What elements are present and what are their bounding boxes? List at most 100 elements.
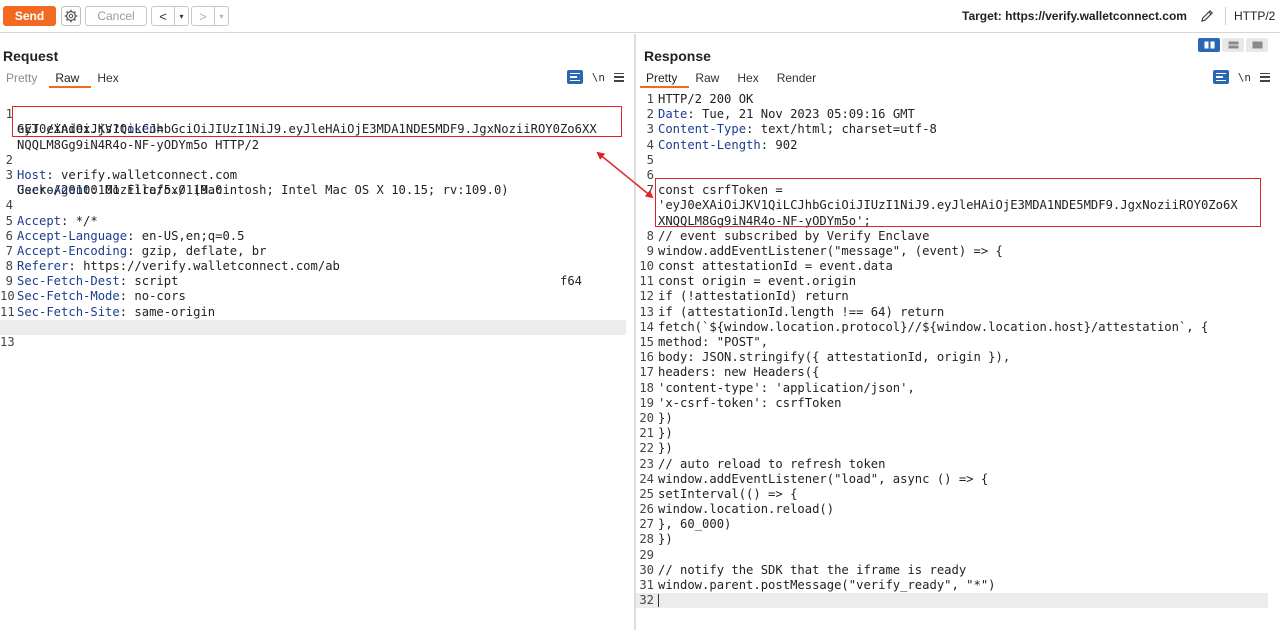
line-number: 7 — [646, 183, 654, 198]
code-text: // auto reload to refresh token — [658, 456, 886, 471]
single-pane-icon — [1252, 41, 1262, 49]
response-editor-tools: \n — [1212, 70, 1270, 84]
chevron-down-icon: ▾ — [219, 11, 224, 21]
response-tab-render[interactable]: Render — [771, 70, 828, 88]
code-text: 'x-csrf-token': csrfToken — [658, 395, 842, 410]
layout-tabs-button[interactable] — [1246, 38, 1268, 52]
code-text: HTTP/2 200 OK — [658, 92, 754, 106]
code-text: }) — [658, 441, 673, 456]
code-text: // notify the SDK that the iframe is rea… — [658, 562, 967, 577]
layout-toggle — [1198, 38, 1268, 52]
code-line: 17 headers: new Headers({ — [636, 365, 1280, 380]
line-number: 23 — [639, 456, 654, 471]
code-line: 27}, 60_000) — [636, 517, 1280, 532]
wrap-lines-icon[interactable] — [1212, 70, 1229, 84]
code-line: 15 method: "POST", — [636, 335, 1280, 350]
code-line: Gecko/20100101 Firefox/119.0 — [0, 168, 634, 197]
line-number: 32 — [639, 593, 654, 608]
code-line: 32 — [636, 593, 1268, 609]
code-text: setInterval(() => { — [658, 486, 798, 501]
request-tab-raw[interactable]: Raw — [49, 70, 92, 88]
code-line: 12 — [0, 305, 634, 334]
cancel-button[interactable]: Cancel — [85, 6, 147, 26]
response-tab-raw[interactable]: Raw — [689, 70, 731, 88]
line-number: 13 — [639, 304, 654, 319]
menu-icon[interactable] — [1260, 72, 1270, 82]
line-number: 26 — [639, 502, 654, 517]
code-line: 19 'x-csrf-token': csrfToken — [636, 396, 1280, 411]
back-history-dropdown[interactable]: ▾ — [174, 7, 188, 25]
line-number: 18 — [639, 380, 654, 395]
show-newlines-button[interactable]: \n — [1238, 71, 1251, 84]
code-line: 18 'content-type': 'application/json', — [636, 381, 1280, 396]
code-line: 30 // notify the SDK that the iframe is r… — [636, 563, 1280, 578]
code-line: 5 — [636, 153, 1280, 168]
code-line-current: 13 — [0, 319, 626, 349]
code-line: 1 HTTP/2 200 OK — [636, 92, 1280, 107]
line-number: 30 — [639, 562, 654, 577]
code-text: }) — [658, 410, 673, 425]
menu-icon[interactable] — [614, 72, 624, 82]
code-line: 11 Te: trailers — [0, 289, 634, 334]
http-version-selector[interactable]: HTTP/2 — [1234, 9, 1275, 23]
code-line: 26 window.location.reload() — [636, 502, 1280, 517]
response-editor[interactable]: 1 HTTP/2 200 OK 2 Date: Tue, 21 Nov 2023 05… — [636, 92, 1280, 630]
response-tab-hex[interactable]: Hex — [731, 70, 770, 88]
request-editor[interactable]: 1 GET /index.js?token= eyJ0eXAiOiJKV1QiL… — [0, 92, 634, 630]
code-line: 3 User-Agent: Mozilla/5.0 (Macintosh; In… — [5, 167, 509, 198]
code-line: 6 Accept-Encoding: gzip, deflate, br — [5, 228, 267, 258]
response-title: Response — [644, 48, 711, 64]
request-editor-tools: \n — [566, 70, 624, 84]
code-line: 23 // auto reload to refresh token — [636, 457, 1280, 472]
line-number: 5 — [646, 152, 654, 167]
line-number: 21 — [639, 426, 654, 441]
layout-side-by-side-button[interactable] — [1198, 38, 1220, 52]
target-url[interactable]: https://verify.walletconnect.com — [1005, 9, 1187, 23]
code-line: 3 Content-Type: text/html; charset=utf-8 — [636, 122, 1280, 137]
rows-icon — [1228, 41, 1238, 49]
forward-button[interactable]: > — [192, 7, 214, 25]
code-line: 1 GET /index.js?token= — [0, 92, 634, 136]
send-button[interactable]: Send — [3, 6, 56, 26]
line-number: 31 — [639, 578, 654, 592]
code-text: }) — [658, 532, 673, 547]
request-tabs: Pretty Raw Hex — [0, 70, 131, 90]
code-text: headers: new Headers({ — [658, 365, 820, 380]
token-highlight-box — [12, 106, 622, 137]
show-newlines-button[interactable]: \n — [592, 71, 605, 84]
pencil-icon — [1201, 9, 1214, 22]
code-text: if (attestationId.length !== 64) return — [658, 304, 945, 319]
back-button[interactable]: < — [152, 7, 174, 25]
forward-history-dropdown[interactable]: ▾ — [214, 7, 228, 25]
code-line: 8 // event subscribed by Verify Enclave — [636, 229, 1280, 244]
settings-button[interactable] — [61, 6, 81, 26]
code-text: const origin = event.origin — [658, 274, 857, 289]
target-prefix: Target: — [962, 9, 1006, 23]
code-line: 13 if (attestationId.length !== 64) retur… — [636, 305, 1280, 320]
line-number: 4 — [646, 137, 654, 152]
response-tabs: Pretty Raw Hex Render — [640, 70, 828, 90]
code-text: method: "POST", — [658, 335, 769, 349]
code-text: window.addEventListener("load", async ()… — [658, 471, 989, 486]
header-line: Content-Length: 902 — [658, 137, 798, 152]
line-number: 2 — [646, 107, 654, 122]
response-panel: Response Pretty Raw Hex Render \n 1 HTTP/… — [636, 34, 1280, 630]
code-text: if (!attestationId) return — [658, 289, 849, 304]
wrap-lines-icon[interactable] — [566, 70, 583, 84]
code-line: 14 fetch(`${window.location.protocol}//${… — [636, 320, 1280, 335]
header-line: Date: Tue, 21 Nov 2023 05:09:16 GMT — [658, 107, 915, 122]
code-text: fetch(`${window.location.protocol}//${wi… — [658, 319, 1209, 334]
code-line: 29 — [636, 548, 1280, 563]
edit-target-button[interactable] — [1198, 7, 1216, 25]
code-line: 20}) — [636, 411, 1280, 426]
code-line: 9 window.addEventListener("message", (eve… — [636, 244, 1280, 259]
response-tab-pretty[interactable]: Pretty — [640, 70, 690, 88]
request-tab-hex[interactable]: Hex — [91, 70, 130, 88]
request-tab-pretty[interactable]: Pretty — [0, 70, 49, 88]
layout-stacked-button[interactable] — [1222, 38, 1244, 52]
code-line: 21}) — [636, 426, 1280, 441]
code-text: }) — [658, 426, 673, 441]
code-line: 12 if (!attestationId) return — [636, 289, 1280, 304]
line-number: 28 — [639, 532, 654, 547]
chevron-down-icon: ▾ — [179, 11, 184, 21]
